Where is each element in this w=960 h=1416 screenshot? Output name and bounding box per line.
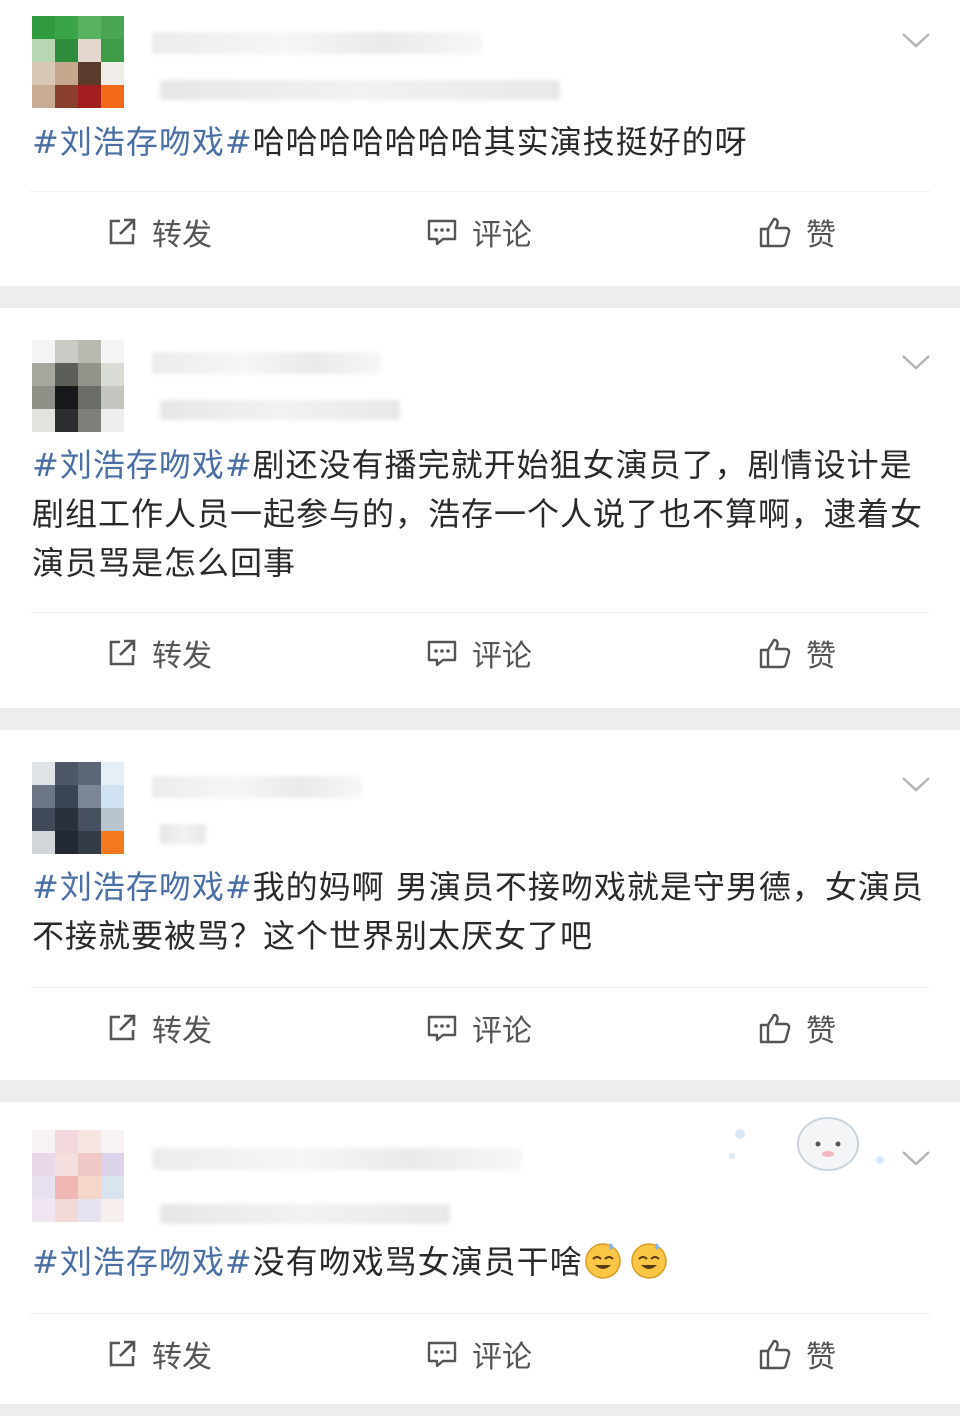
- sweat-smile-emoji: [630, 1243, 667, 1279]
- chevron-down-icon[interactable]: [900, 1148, 932, 1168]
- repost-label: 转发: [152, 639, 212, 674]
- post-body: 哈哈哈哈哈哈哈其实演技挺好的呀: [252, 123, 748, 161]
- comment-button[interactable]: 评论: [426, 1314, 532, 1394]
- timestamp-redacted: [160, 80, 560, 100]
- post-header: [0, 308, 960, 432]
- action-bar: 转发 评论 赞: [0, 988, 960, 1068]
- post-text: #刘浩存吻戏#我的妈啊 男演员不接吻戏就是守男德，女演员不接就要被骂？这个世界别…: [0, 863, 960, 961]
- comment-bubble-icon: [427, 1015, 457, 1042]
- post-header: [0, 0, 960, 108]
- like-label: 赞: [806, 639, 836, 674]
- post-text: #刘浩存吻戏#剧还没有播完就开始狙女演员了，剧情设计是剧组工作人员一起参与的，浩…: [0, 441, 960, 588]
- share-square-icon: [109, 1340, 136, 1367]
- post-card: #刘浩存吻戏#没有吻戏骂女演员干啥 转发 评论 赞: [0, 1102, 960, 1404]
- post-header: [0, 1102, 960, 1224]
- thumbs-up-icon: [759, 217, 791, 248]
- comment-button[interactable]: 评论: [426, 192, 532, 272]
- avatar[interactable]: [32, 340, 124, 432]
- post-body: 没有吻戏骂女演员干啥: [252, 1243, 583, 1281]
- comment-label: 评论: [472, 1014, 532, 1049]
- like-label: 赞: [806, 218, 836, 253]
- action-bar: 转发 评论 赞: [0, 613, 960, 693]
- share-square-icon: [109, 639, 136, 666]
- timestamp-redacted: [160, 400, 400, 420]
- comment-bubble-icon: [427, 219, 457, 246]
- thumbs-up-icon: [759, 638, 791, 669]
- repost-label: 转发: [152, 1014, 212, 1049]
- share-square-icon: [109, 1014, 136, 1041]
- thumbs-up-icon: [759, 1339, 791, 1370]
- weibo-feed: #刘浩存吻戏#哈哈哈哈哈哈哈其实演技挺好的呀 转发 评论 赞 #刘浩存吻戏#剧还…: [0, 0, 960, 1404]
- action-bar: 转发 评论 赞: [0, 192, 960, 272]
- topic-link[interactable]: #刘浩存吻戏#: [32, 868, 253, 906]
- like-button[interactable]: 赞: [758, 613, 836, 693]
- post-card: #刘浩存吻戏#我的妈啊 男演员不接吻戏就是守男德，女演员不接就要被骂？这个世界别…: [0, 730, 960, 1080]
- thumbs-up-icon: [759, 1013, 791, 1044]
- repost-button[interactable]: 转发: [106, 1314, 212, 1394]
- repost-button[interactable]: 转发: [106, 988, 212, 1068]
- sweat-smile-emoji: [584, 1243, 621, 1279]
- repost-button[interactable]: 转发: [106, 613, 212, 693]
- like-button[interactable]: 赞: [758, 192, 836, 272]
- repost-button[interactable]: 转发: [106, 192, 212, 272]
- post-text: #刘浩存吻戏#没有吻戏骂女演员干啥: [0, 1238, 960, 1287]
- chevron-down-icon[interactable]: [900, 774, 932, 794]
- post-text: #刘浩存吻戏#哈哈哈哈哈哈哈其实演技挺好的呀: [0, 118, 960, 167]
- avatar[interactable]: [32, 1130, 124, 1222]
- comment-button[interactable]: 评论: [426, 613, 532, 693]
- comment-bubble-icon: [427, 640, 457, 667]
- comment-bubble-icon: [427, 1341, 457, 1368]
- username-redacted[interactable]: [152, 352, 382, 374]
- comment-label: 评论: [472, 218, 532, 253]
- topic-link[interactable]: #刘浩存吻戏#: [32, 446, 253, 484]
- chevron-down-icon[interactable]: [900, 30, 932, 50]
- username-redacted[interactable]: [152, 1148, 522, 1170]
- avatar[interactable]: [32, 762, 124, 854]
- timestamp-redacted: [160, 1204, 450, 1224]
- chevron-down-icon[interactable]: [900, 352, 932, 372]
- post-card: #刘浩存吻戏#剧还没有播完就开始狙女演员了，剧情设计是剧组工作人员一起参与的，浩…: [0, 308, 960, 708]
- topic-link[interactable]: #刘浩存吻戏#: [32, 1243, 253, 1281]
- post-card: #刘浩存吻戏#哈哈哈哈哈哈哈其实演技挺好的呀 转发 评论 赞: [0, 0, 960, 286]
- topic-link[interactable]: #刘浩存吻戏#: [32, 123, 253, 161]
- share-square-icon: [109, 218, 136, 245]
- like-button[interactable]: 赞: [758, 1314, 836, 1394]
- post-header: [0, 730, 960, 854]
- like-label: 赞: [806, 1014, 836, 1049]
- comment-label: 评论: [472, 1340, 532, 1375]
- comment-button[interactable]: 评论: [426, 988, 532, 1068]
- username-redacted[interactable]: [152, 32, 482, 54]
- action-bar: 转发 评论 赞: [0, 1314, 960, 1394]
- username-redacted[interactable]: [152, 776, 362, 798]
- bunny-sticker-icon: [729, 1117, 884, 1171]
- repost-label: 转发: [152, 218, 212, 253]
- timestamp-redacted: [160, 824, 206, 844]
- comment-label: 评论: [472, 639, 532, 674]
- like-label: 赞: [806, 1340, 836, 1375]
- repost-label: 转发: [152, 1340, 212, 1375]
- avatar[interactable]: [32, 16, 124, 108]
- like-button[interactable]: 赞: [758, 988, 836, 1068]
